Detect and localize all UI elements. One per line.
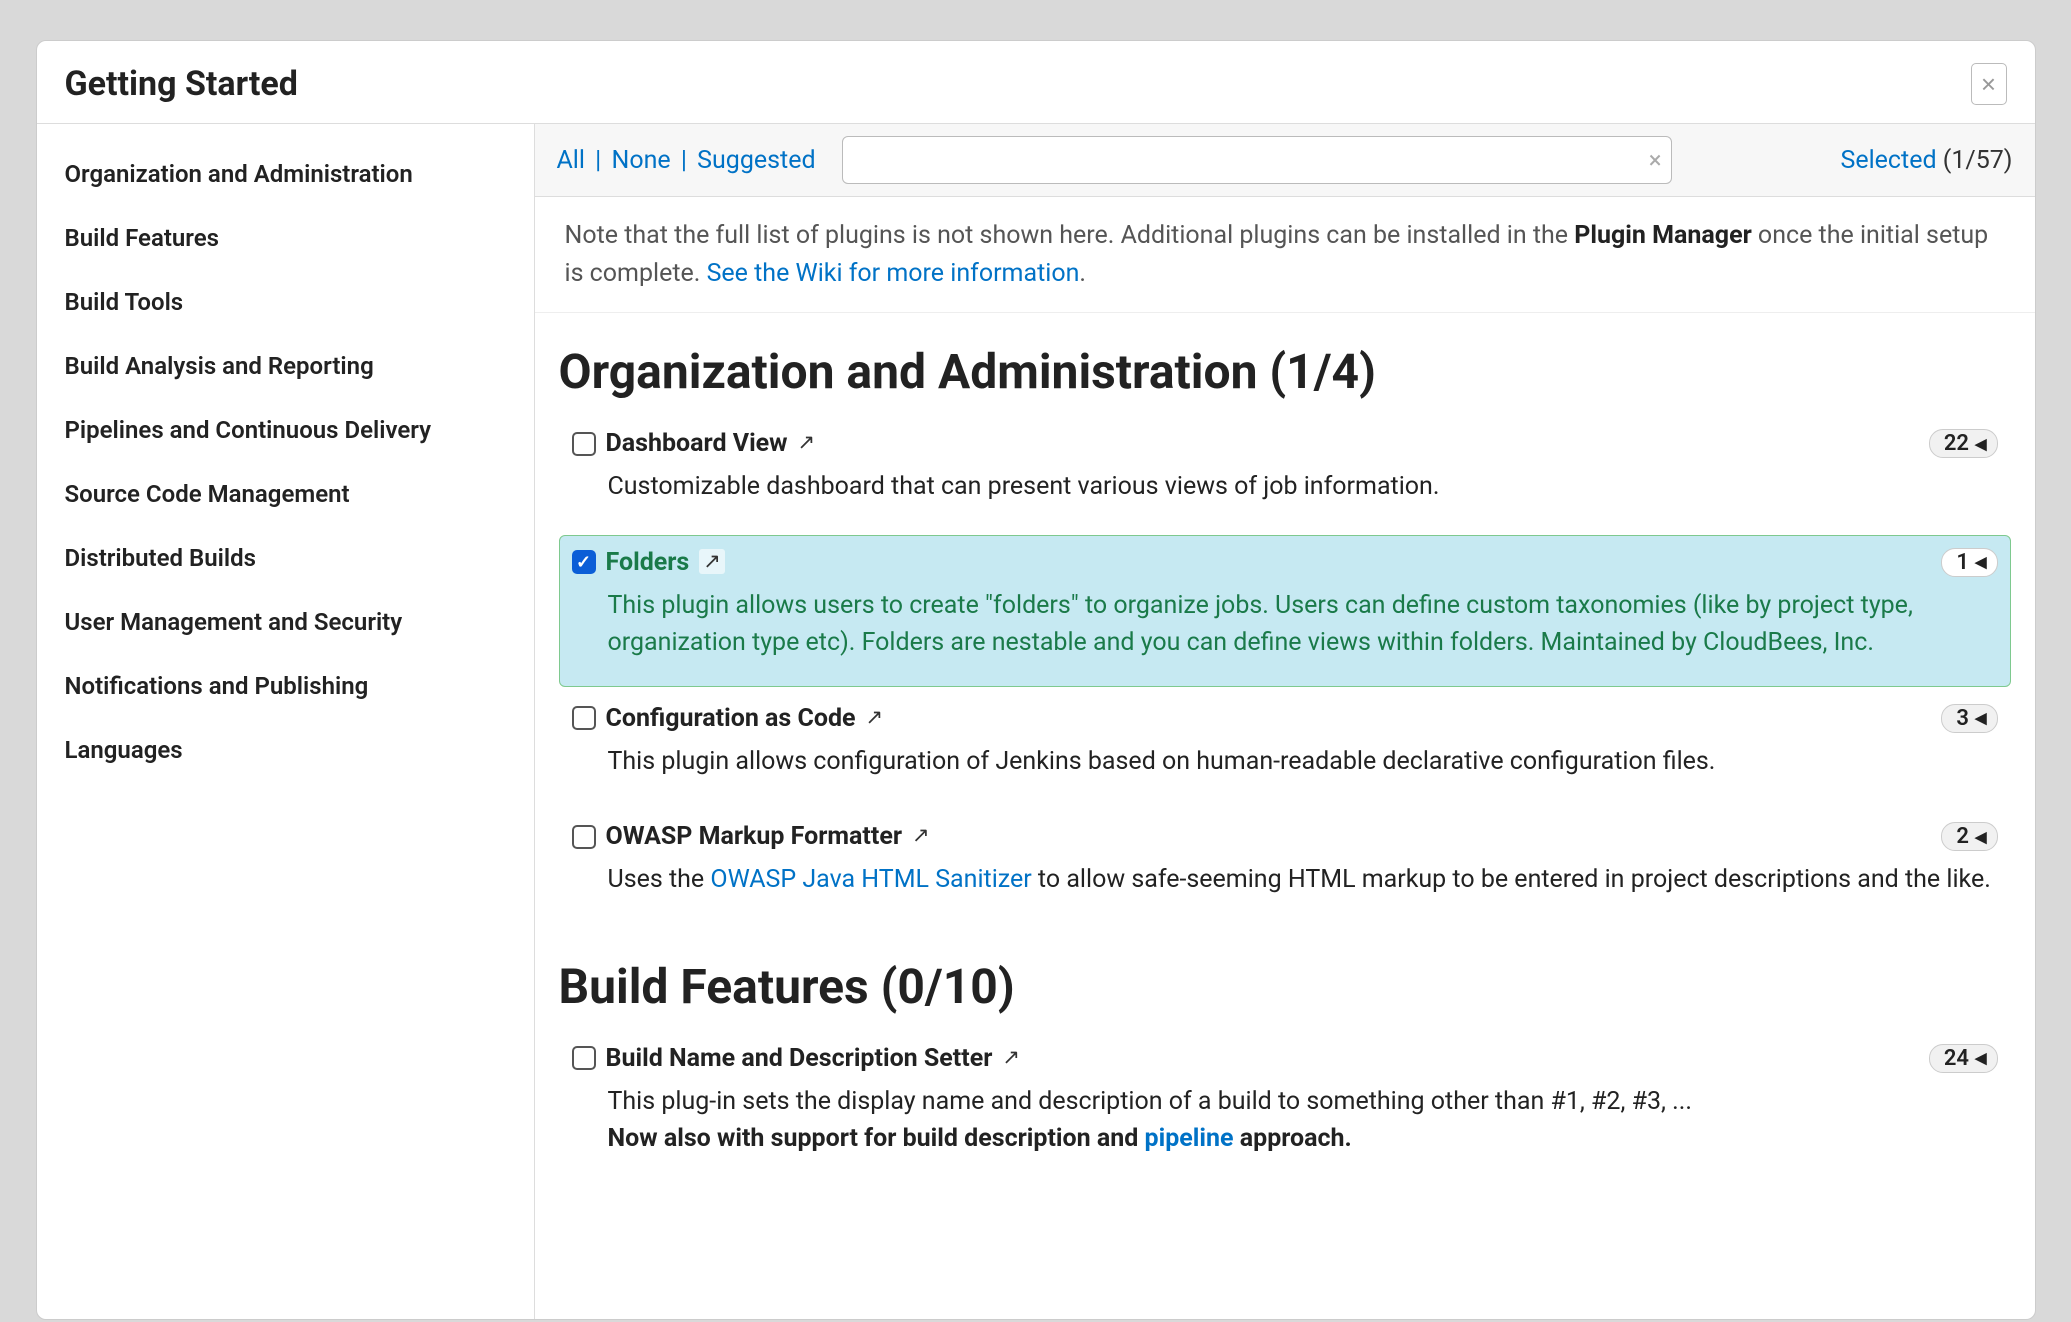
dependency-count: 2 (1956, 824, 1969, 849)
plugin-name: OWASP Markup Formatter (606, 822, 903, 851)
selected-label[interactable]: Selected (1841, 146, 1937, 175)
plugin-item: Folders↗1◀This plugin allows users to cr… (559, 535, 2011, 687)
toolbar: All | None | Suggested × Selected (1/57) (535, 124, 2035, 197)
sidebar-item-pipelines[interactable]: Pipelines and Continuous Delivery (65, 398, 506, 462)
category-sidebar: Organization and Administration Build Fe… (37, 124, 535, 1319)
setup-wizard-modal: Getting Started × Organization and Admin… (36, 40, 2036, 1320)
plugin-item: Configuration as Code↗3◀This plugin allo… (559, 691, 2011, 806)
plugin-item: Build Name and Description Setter ↗ 24 ◀ Thi… (559, 1031, 2011, 1183)
search-clear-icon[interactable]: × (1649, 146, 1662, 174)
modal-header: Getting Started × (37, 41, 2035, 124)
plugin-checkbox[interactable] (572, 706, 596, 730)
plugin-description: Uses the OWASP Java HTML Sanitizer to al… (572, 851, 1998, 911)
dependency-badge[interactable]: 22 ◀ (1929, 429, 1998, 458)
plugin-checkbox[interactable] (572, 825, 596, 849)
plugin-list-scroll[interactable]: Note that the full list of plugins is no… (535, 197, 2035, 1319)
plugin-header: Dashboard View ↗ 22 ◀ (572, 429, 1998, 458)
plugin-item: Dashboard View ↗ 22 ◀ Customizable dashboard… (559, 416, 2011, 531)
dependency-count: 24 (1944, 1046, 1969, 1071)
dependency-badge[interactable]: 24 ◀ (1929, 1044, 1998, 1073)
dependency-count: 1 (1956, 550, 1969, 575)
plugin-description: This plugin allows configuration of Jenk… (572, 733, 1998, 793)
chevron-left-icon: ◀ (1975, 1049, 1987, 1067)
external-link-icon[interactable]: ↗ (798, 430, 816, 455)
sidebar-item-scm[interactable]: Source Code Management (65, 462, 506, 526)
plugin-item: OWASP Markup Formatter↗2◀Uses the OWASP … (559, 809, 2011, 924)
plugin-description: Customizable dashboard that can present … (572, 458, 1998, 518)
plugin-manager-notice: Note that the full list of plugins is no… (535, 197, 2035, 313)
sidebar-item-organization[interactable]: Organization and Administration (65, 142, 506, 206)
plugin-description: This plugin allows users to create "fold… (572, 577, 1998, 674)
dependency-badge[interactable]: 2◀ (1941, 822, 1997, 851)
plugin-name: Configuration as Code (606, 704, 856, 733)
plugin-name: Folders (606, 548, 690, 577)
selected-number: (1/57) (1943, 146, 2013, 175)
dependency-count: 3 (1956, 706, 1969, 731)
dependency-badge[interactable]: 1◀ (1941, 548, 1997, 577)
plugin-checkbox[interactable] (572, 550, 596, 574)
external-link-icon[interactable]: ↗ (912, 823, 930, 848)
dependency-count: 22 (1944, 431, 1969, 456)
plugin-header: Folders↗1◀ (572, 548, 1998, 577)
filter-links: All | None | Suggested (557, 146, 816, 175)
sidebar-item-user-mgmt[interactable]: User Management and Security (65, 590, 506, 654)
wiki-link[interactable]: See the Wiki for more information (707, 259, 1080, 288)
main-panel: All | None | Suggested × Selected (1/57) (535, 124, 2035, 1319)
external-link-icon[interactable]: ↗ (866, 705, 884, 730)
filter-all[interactable]: All (557, 146, 585, 175)
filter-none[interactable]: None (611, 146, 670, 175)
sidebar-item-distributed[interactable]: Distributed Builds (65, 526, 506, 590)
external-link-icon[interactable]: ↗ (1002, 1045, 1020, 1070)
plugin-description: This plug-in sets the display name and d… (572, 1073, 1998, 1170)
sidebar-item-build-features[interactable]: Build Features (65, 206, 506, 270)
plugin-header: Configuration as Code↗3◀ (572, 704, 1998, 733)
search-input[interactable] (842, 136, 1672, 184)
sidebar-item-build-tools[interactable]: Build Tools (65, 270, 506, 334)
section-title: Organization and Administration (1/4) (559, 313, 2011, 416)
chevron-left-icon: ◀ (1975, 709, 1987, 727)
external-link-icon[interactable]: ↗ (699, 549, 725, 574)
chevron-left-icon: ◀ (1975, 553, 1987, 571)
plugin-checkbox[interactable] (572, 432, 596, 456)
close-button[interactable]: × (1971, 63, 2007, 105)
section-title: Build Features (0/10) (559, 928, 2011, 1031)
modal-title: Getting Started (65, 64, 298, 104)
chevron-left-icon: ◀ (1975, 828, 1987, 846)
search-wrap: × (842, 136, 1672, 184)
selected-count: Selected (1/57) (1841, 146, 2013, 175)
modal-body: Organization and Administration Build Fe… (37, 124, 2035, 1319)
close-icon: × (1981, 71, 1996, 97)
plugin-name: Build Name and Description Setter (606, 1044, 993, 1073)
dependency-badge[interactable]: 3◀ (1941, 704, 1997, 733)
chevron-left-icon: ◀ (1975, 435, 1987, 453)
plugin-checkbox[interactable] (572, 1046, 596, 1070)
plugin-name: Dashboard View (606, 429, 788, 458)
plugin-header: OWASP Markup Formatter↗2◀ (572, 822, 1998, 851)
plugin-header: Build Name and Description Setter ↗ 24 ◀ (572, 1044, 1998, 1073)
plugin-section: Organization and Administration (1/4) Das… (535, 313, 2035, 924)
filter-suggested[interactable]: Suggested (697, 146, 815, 175)
sidebar-item-build-analysis[interactable]: Build Analysis and Reporting (65, 334, 506, 398)
sidebar-item-languages[interactable]: Languages (65, 718, 506, 782)
plugin-section: Build Features (0/10) Build Name and Desc… (535, 928, 2035, 1183)
sidebar-item-notifications[interactable]: Notifications and Publishing (65, 654, 506, 718)
